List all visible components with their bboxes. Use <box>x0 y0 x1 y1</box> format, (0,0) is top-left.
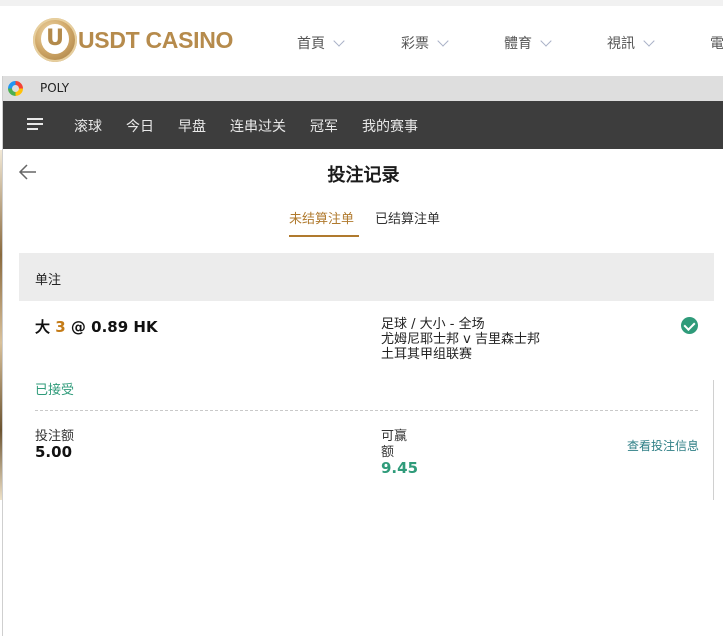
window-title: POLY <box>40 81 70 95</box>
nav-item-home[interactable]: 首頁 <box>297 33 345 53</box>
status-badge: 已接受 <box>35 383 75 398</box>
market-text: 足球 / 大小 - 全场 <box>381 317 485 332</box>
nav-item-label: 電 <box>710 36 723 52</box>
match-text: 尤姆尼耶士邦 v 吉里森士邦 <box>381 332 540 347</box>
logo-icon[interactable]: U <box>33 18 77 62</box>
check-circle-icon <box>681 317 698 334</box>
nav-item-label: 視訊 <box>607 36 635 52</box>
site-header: U USDT CASINO 首頁 彩票 體育 視訊 電 <box>0 0 723 75</box>
tab-unsettled[interactable]: 未结算注单 <box>289 208 354 227</box>
stake-value: 5.00 <box>35 443 73 461</box>
bet-event-info: 足球 / 大小 - 全场 尤姆尼耶士邦 v 吉里森士邦 土耳其甲组联赛 <box>381 317 540 362</box>
nav-item-live[interactable]: 視訊 <box>607 33 655 53</box>
poly-window: POLY 滚球 今日 早盘 连串过关 冠军 我的赛事 投注记录 未结算注单 已结… <box>2 76 723 636</box>
divider <box>35 410 698 411</box>
league-text: 土耳其甲组联赛 <box>381 347 473 362</box>
nav-item-label: 彩票 <box>401 36 429 52</box>
tab-settled[interactable]: 已结算注单 <box>375 208 440 227</box>
nav-item-label: 體育 <box>504 36 532 52</box>
menu-bar: 滚球 今日 早盘 连串过关 冠军 我的赛事 <box>3 101 723 149</box>
chevron-down-icon <box>540 35 552 47</box>
app-icon <box>8 81 23 96</box>
page-title: 投注记录 <box>327 165 400 186</box>
section-label: 单注 <box>35 273 62 288</box>
nav-item-electronic[interactable]: 電 <box>710 33 723 53</box>
nav-item-lottery[interactable]: 彩票 <box>401 33 449 53</box>
view-bet-details-link[interactable]: 查看投注信息 <box>627 437 699 454</box>
top-strip <box>0 0 723 6</box>
active-tab-indicator <box>289 235 359 237</box>
menu-item-today[interactable]: 今日 <box>126 116 154 136</box>
scroll-edge <box>713 380 714 500</box>
logo-letter: U <box>41 24 69 54</box>
nav-item-label: 首頁 <box>297 36 325 52</box>
potential-win-value: 9.45 <box>381 459 419 477</box>
at-symbol: @ <box>70 318 86 336</box>
selection-line: 3 <box>55 318 66 336</box>
bet-selection: 大 3 @ 0.89 HK <box>35 316 158 337</box>
menu-icon[interactable] <box>27 118 43 132</box>
menu-item-my-events[interactable]: 我的赛事 <box>362 116 418 136</box>
section-header-single: 单注 <box>19 253 714 301</box>
window-titlebar: POLY <box>3 76 723 101</box>
odds-value: 0.89 HK <box>91 318 158 336</box>
menu-item-inplay[interactable]: 滚球 <box>74 116 102 136</box>
nav-item-sports[interactable]: 體育 <box>504 33 552 53</box>
chevron-down-icon <box>643 35 655 47</box>
potential-win-label-1: 可赢 <box>381 429 408 444</box>
menu-item-outright[interactable]: 冠军 <box>310 116 338 136</box>
logo-text[interactable]: USDT CASINO <box>78 27 233 54</box>
chevron-down-icon <box>333 35 345 47</box>
menu-item-early[interactable]: 早盘 <box>178 116 206 136</box>
chevron-down-icon <box>437 35 449 47</box>
menu-item-parlay[interactable]: 连串过关 <box>230 116 286 136</box>
selection-text: 大 <box>35 318 51 336</box>
